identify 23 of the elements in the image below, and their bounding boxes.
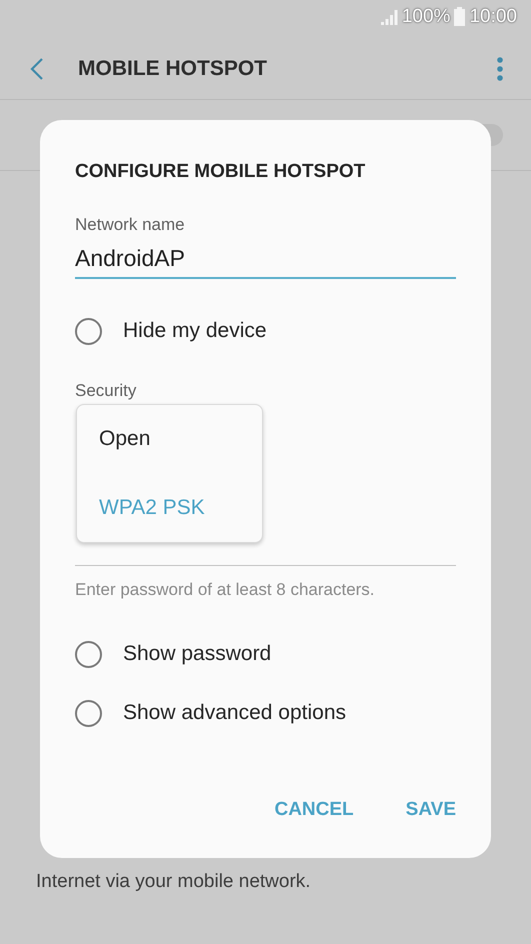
menu-item[interactable]: WPA2 PSK <box>77 474 262 542</box>
more-options-icon[interactable] <box>497 57 503 81</box>
battery-icon <box>454 7 466 26</box>
menu-item[interactable]: Open <box>77 405 262 474</box>
clock-time: 10:00 <box>469 6 517 28</box>
field-label: Network name <box>75 215 186 235</box>
signal-icon <box>380 8 398 24</box>
option-label: Show password <box>123 642 272 666</box>
field-label: Security <box>75 381 138 401</box>
option-label: Hide my device <box>123 319 267 343</box>
dialog-button[interactable]: CANCEL <box>274 799 354 821</box>
dialog-title: CONFIGURE MOBILE HOTSPOT <box>75 160 366 184</box>
dialog-button[interactable]: SAVE <box>406 799 456 821</box>
description-text: Internet via your mobile network. <box>36 871 312 893</box>
radio-button[interactable] <box>75 318 102 344</box>
radio-button[interactable] <box>75 700 102 726</box>
screen-title: MOBILE HOTSPOT <box>78 57 268 81</box>
back-icon[interactable] <box>30 57 44 81</box>
option-label: Show advanced options <box>123 701 346 725</box>
password-hint: Enter password of at least 8 characters. <box>75 580 376 600</box>
radio-button[interactable] <box>75 640 102 668</box>
network-name-field[interactable]: AndroidAP <box>75 239 456 279</box>
battery-level: 100% <box>402 6 450 28</box>
